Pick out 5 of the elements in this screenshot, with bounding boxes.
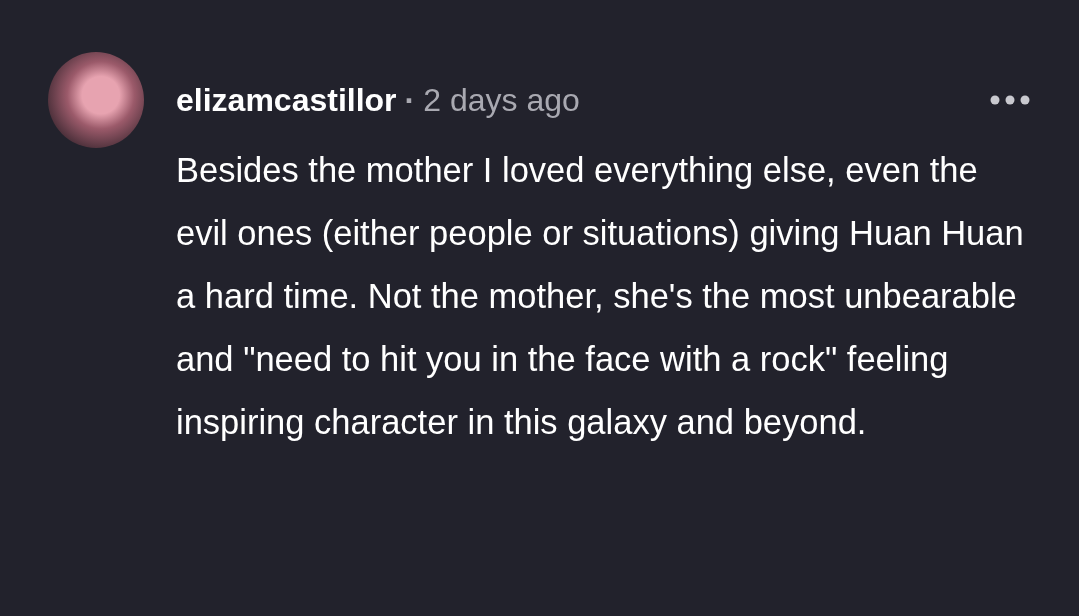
more-options-icon[interactable]: [990, 94, 1030, 106]
comment-text: Besides the mother I loved everything else, even the evil ones (either people or situations) giving Huan Huan a hard time. Not the mother, she's the most unbearable and "need to hit you in the face with a rock" feeling inspiring character in this galaxy and beyond.: [176, 150, 1025, 443]
separator-dot: ·: [404, 81, 416, 119]
username[interactable]: elizamcastillor: [176, 81, 397, 119]
timestamp: 2 days ago: [423, 81, 580, 119]
